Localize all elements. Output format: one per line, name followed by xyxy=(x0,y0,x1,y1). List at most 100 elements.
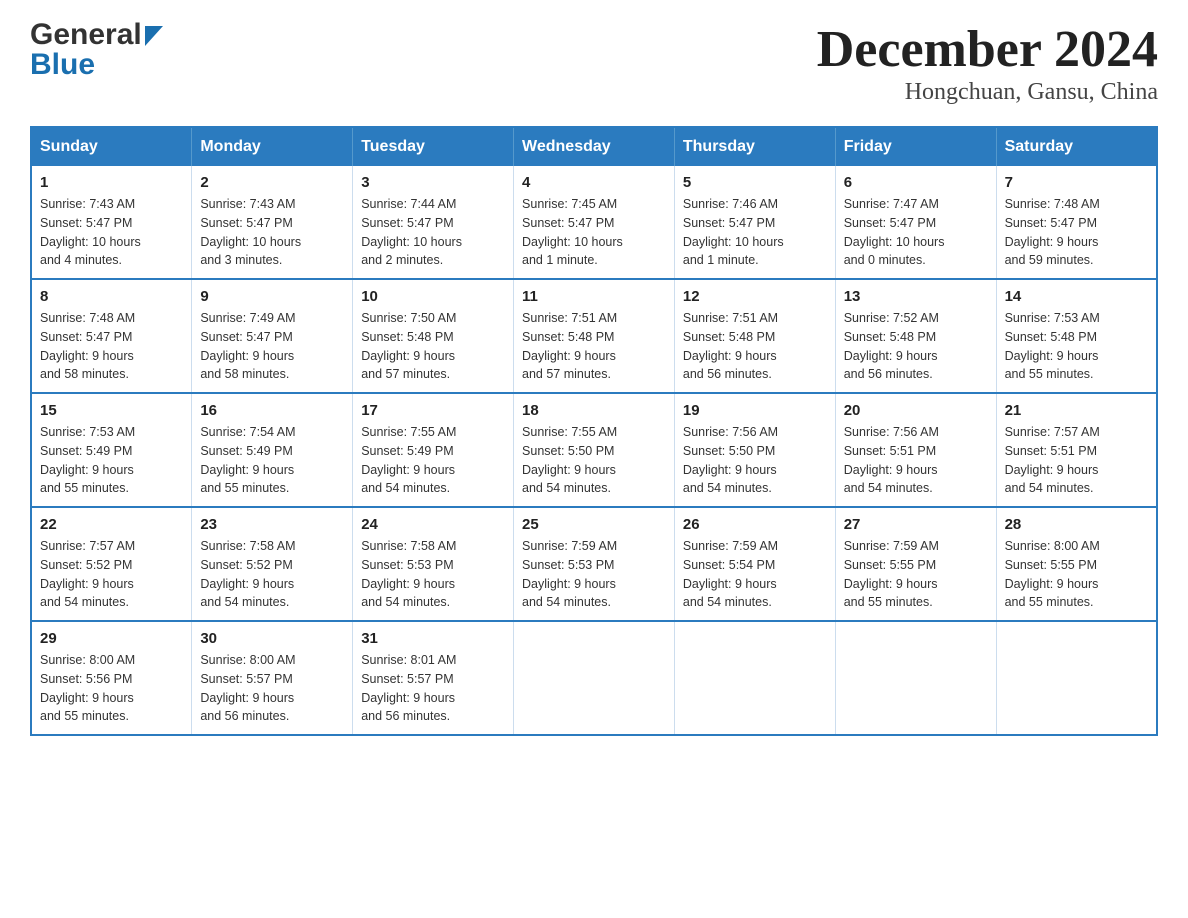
day-number: 16 xyxy=(200,402,344,419)
day-info: Sunrise: 7:45 AMSunset: 5:47 PMDaylight:… xyxy=(522,197,623,267)
day-info: Sunrise: 7:50 AMSunset: 5:48 PMDaylight:… xyxy=(361,311,456,381)
day-number: 9 xyxy=(200,288,344,305)
calendar-cell: 24 Sunrise: 7:58 AMSunset: 5:53 PMDaylig… xyxy=(353,507,514,621)
calendar-week-row: 29 Sunrise: 8:00 AMSunset: 5:56 PMDaylig… xyxy=(31,621,1157,735)
day-number: 19 xyxy=(683,402,827,419)
calendar-cell: 11 Sunrise: 7:51 AMSunset: 5:48 PMDaylig… xyxy=(514,279,675,393)
calendar-cell: 18 Sunrise: 7:55 AMSunset: 5:50 PMDaylig… xyxy=(514,393,675,507)
day-number: 27 xyxy=(844,516,988,533)
day-number: 21 xyxy=(1005,402,1148,419)
day-info: Sunrise: 7:48 AMSunset: 5:47 PMDaylight:… xyxy=(1005,197,1100,267)
logo-blue-text: Blue xyxy=(30,50,95,80)
day-info: Sunrise: 7:58 AMSunset: 5:53 PMDaylight:… xyxy=(361,539,456,609)
day-number: 14 xyxy=(1005,288,1148,305)
day-number: 11 xyxy=(522,288,666,305)
day-number: 2 xyxy=(200,174,344,191)
day-number: 7 xyxy=(1005,174,1148,191)
day-info: Sunrise: 7:55 AMSunset: 5:49 PMDaylight:… xyxy=(361,425,456,495)
day-number: 3 xyxy=(361,174,505,191)
logo-arrow-icon xyxy=(145,23,163,51)
weekday-header-tuesday: Tuesday xyxy=(353,127,514,166)
day-number: 12 xyxy=(683,288,827,305)
day-info: Sunrise: 7:54 AMSunset: 5:49 PMDaylight:… xyxy=(200,425,295,495)
calendar-cell: 29 Sunrise: 8:00 AMSunset: 5:56 PMDaylig… xyxy=(31,621,192,735)
day-number: 8 xyxy=(40,288,183,305)
weekday-header-monday: Monday xyxy=(192,127,353,166)
day-info: Sunrise: 7:57 AMSunset: 5:52 PMDaylight:… xyxy=(40,539,135,609)
calendar-cell: 12 Sunrise: 7:51 AMSunset: 5:48 PMDaylig… xyxy=(674,279,835,393)
calendar-cell: 16 Sunrise: 7:54 AMSunset: 5:49 PMDaylig… xyxy=(192,393,353,507)
day-info: Sunrise: 7:59 AMSunset: 5:55 PMDaylight:… xyxy=(844,539,939,609)
day-info: Sunrise: 7:47 AMSunset: 5:47 PMDaylight:… xyxy=(844,197,945,267)
calendar-cell xyxy=(835,621,996,735)
day-number: 26 xyxy=(683,516,827,533)
calendar-cell: 30 Sunrise: 8:00 AMSunset: 5:57 PMDaylig… xyxy=(192,621,353,735)
day-info: Sunrise: 7:51 AMSunset: 5:48 PMDaylight:… xyxy=(683,311,778,381)
day-number: 23 xyxy=(200,516,344,533)
weekday-header-saturday: Saturday xyxy=(996,127,1157,166)
calendar-cell: 3 Sunrise: 7:44 AMSunset: 5:47 PMDayligh… xyxy=(353,166,514,279)
logo-general-text: General xyxy=(30,20,142,50)
day-info: Sunrise: 7:53 AMSunset: 5:48 PMDaylight:… xyxy=(1005,311,1100,381)
calendar-cell: 19 Sunrise: 7:56 AMSunset: 5:50 PMDaylig… xyxy=(674,393,835,507)
calendar-cell: 28 Sunrise: 8:00 AMSunset: 5:55 PMDaylig… xyxy=(996,507,1157,621)
weekday-header-sunday: Sunday xyxy=(31,127,192,166)
calendar-cell: 5 Sunrise: 7:46 AMSunset: 5:47 PMDayligh… xyxy=(674,166,835,279)
calendar-week-row: 8 Sunrise: 7:48 AMSunset: 5:47 PMDayligh… xyxy=(31,279,1157,393)
day-number: 17 xyxy=(361,402,505,419)
calendar-cell: 25 Sunrise: 7:59 AMSunset: 5:53 PMDaylig… xyxy=(514,507,675,621)
day-info: Sunrise: 7:59 AMSunset: 5:54 PMDaylight:… xyxy=(683,539,778,609)
day-number: 18 xyxy=(522,402,666,419)
calendar-cell: 4 Sunrise: 7:45 AMSunset: 5:47 PMDayligh… xyxy=(514,166,675,279)
calendar-table: SundayMondayTuesdayWednesdayThursdayFrid… xyxy=(30,126,1158,736)
calendar-cell: 15 Sunrise: 7:53 AMSunset: 5:49 PMDaylig… xyxy=(31,393,192,507)
calendar-cell: 27 Sunrise: 7:59 AMSunset: 5:55 PMDaylig… xyxy=(835,507,996,621)
day-info: Sunrise: 7:56 AMSunset: 5:50 PMDaylight:… xyxy=(683,425,778,495)
day-number: 13 xyxy=(844,288,988,305)
page-header: General Blue December 2024 Hongchuan, Ga… xyxy=(30,20,1158,106)
calendar-cell: 23 Sunrise: 7:58 AMSunset: 5:52 PMDaylig… xyxy=(192,507,353,621)
logo: General Blue xyxy=(30,20,163,80)
weekday-header-row: SundayMondayTuesdayWednesdayThursdayFrid… xyxy=(31,127,1157,166)
day-info: Sunrise: 7:53 AMSunset: 5:49 PMDaylight:… xyxy=(40,425,135,495)
day-number: 20 xyxy=(844,402,988,419)
day-info: Sunrise: 8:00 AMSunset: 5:56 PMDaylight:… xyxy=(40,653,135,723)
title-block: December 2024 Hongchuan, Gansu, China xyxy=(817,20,1158,106)
month-title: December 2024 xyxy=(817,20,1158,79)
day-info: Sunrise: 7:52 AMSunset: 5:48 PMDaylight:… xyxy=(844,311,939,381)
day-number: 22 xyxy=(40,516,183,533)
day-number: 24 xyxy=(361,516,505,533)
day-info: Sunrise: 7:51 AMSunset: 5:48 PMDaylight:… xyxy=(522,311,617,381)
day-info: Sunrise: 7:43 AMSunset: 5:47 PMDaylight:… xyxy=(200,197,301,267)
weekday-header-friday: Friday xyxy=(835,127,996,166)
calendar-cell xyxy=(674,621,835,735)
day-number: 25 xyxy=(522,516,666,533)
calendar-cell: 22 Sunrise: 7:57 AMSunset: 5:52 PMDaylig… xyxy=(31,507,192,621)
day-number: 30 xyxy=(200,630,344,647)
weekday-header-wednesday: Wednesday xyxy=(514,127,675,166)
day-number: 29 xyxy=(40,630,183,647)
day-number: 28 xyxy=(1005,516,1148,533)
day-info: Sunrise: 8:01 AMSunset: 5:57 PMDaylight:… xyxy=(361,653,456,723)
calendar-cell xyxy=(514,621,675,735)
day-number: 10 xyxy=(361,288,505,305)
day-number: 31 xyxy=(361,630,505,647)
calendar-cell: 21 Sunrise: 7:57 AMSunset: 5:51 PMDaylig… xyxy=(996,393,1157,507)
calendar-cell: 13 Sunrise: 7:52 AMSunset: 5:48 PMDaylig… xyxy=(835,279,996,393)
calendar-cell: 1 Sunrise: 7:43 AMSunset: 5:47 PMDayligh… xyxy=(31,166,192,279)
calendar-cell xyxy=(996,621,1157,735)
day-info: Sunrise: 8:00 AMSunset: 5:57 PMDaylight:… xyxy=(200,653,295,723)
calendar-week-row: 1 Sunrise: 7:43 AMSunset: 5:47 PMDayligh… xyxy=(31,166,1157,279)
calendar-cell: 17 Sunrise: 7:55 AMSunset: 5:49 PMDaylig… xyxy=(353,393,514,507)
calendar-week-row: 22 Sunrise: 7:57 AMSunset: 5:52 PMDaylig… xyxy=(31,507,1157,621)
calendar-cell: 8 Sunrise: 7:48 AMSunset: 5:47 PMDayligh… xyxy=(31,279,192,393)
day-info: Sunrise: 7:56 AMSunset: 5:51 PMDaylight:… xyxy=(844,425,939,495)
day-number: 15 xyxy=(40,402,183,419)
calendar-cell: 10 Sunrise: 7:50 AMSunset: 5:48 PMDaylig… xyxy=(353,279,514,393)
calendar-cell: 20 Sunrise: 7:56 AMSunset: 5:51 PMDaylig… xyxy=(835,393,996,507)
day-number: 1 xyxy=(40,174,183,191)
day-number: 5 xyxy=(683,174,827,191)
day-info: Sunrise: 7:44 AMSunset: 5:47 PMDaylight:… xyxy=(361,197,462,267)
calendar-cell: 14 Sunrise: 7:53 AMSunset: 5:48 PMDaylig… xyxy=(996,279,1157,393)
day-info: Sunrise: 7:48 AMSunset: 5:47 PMDaylight:… xyxy=(40,311,135,381)
